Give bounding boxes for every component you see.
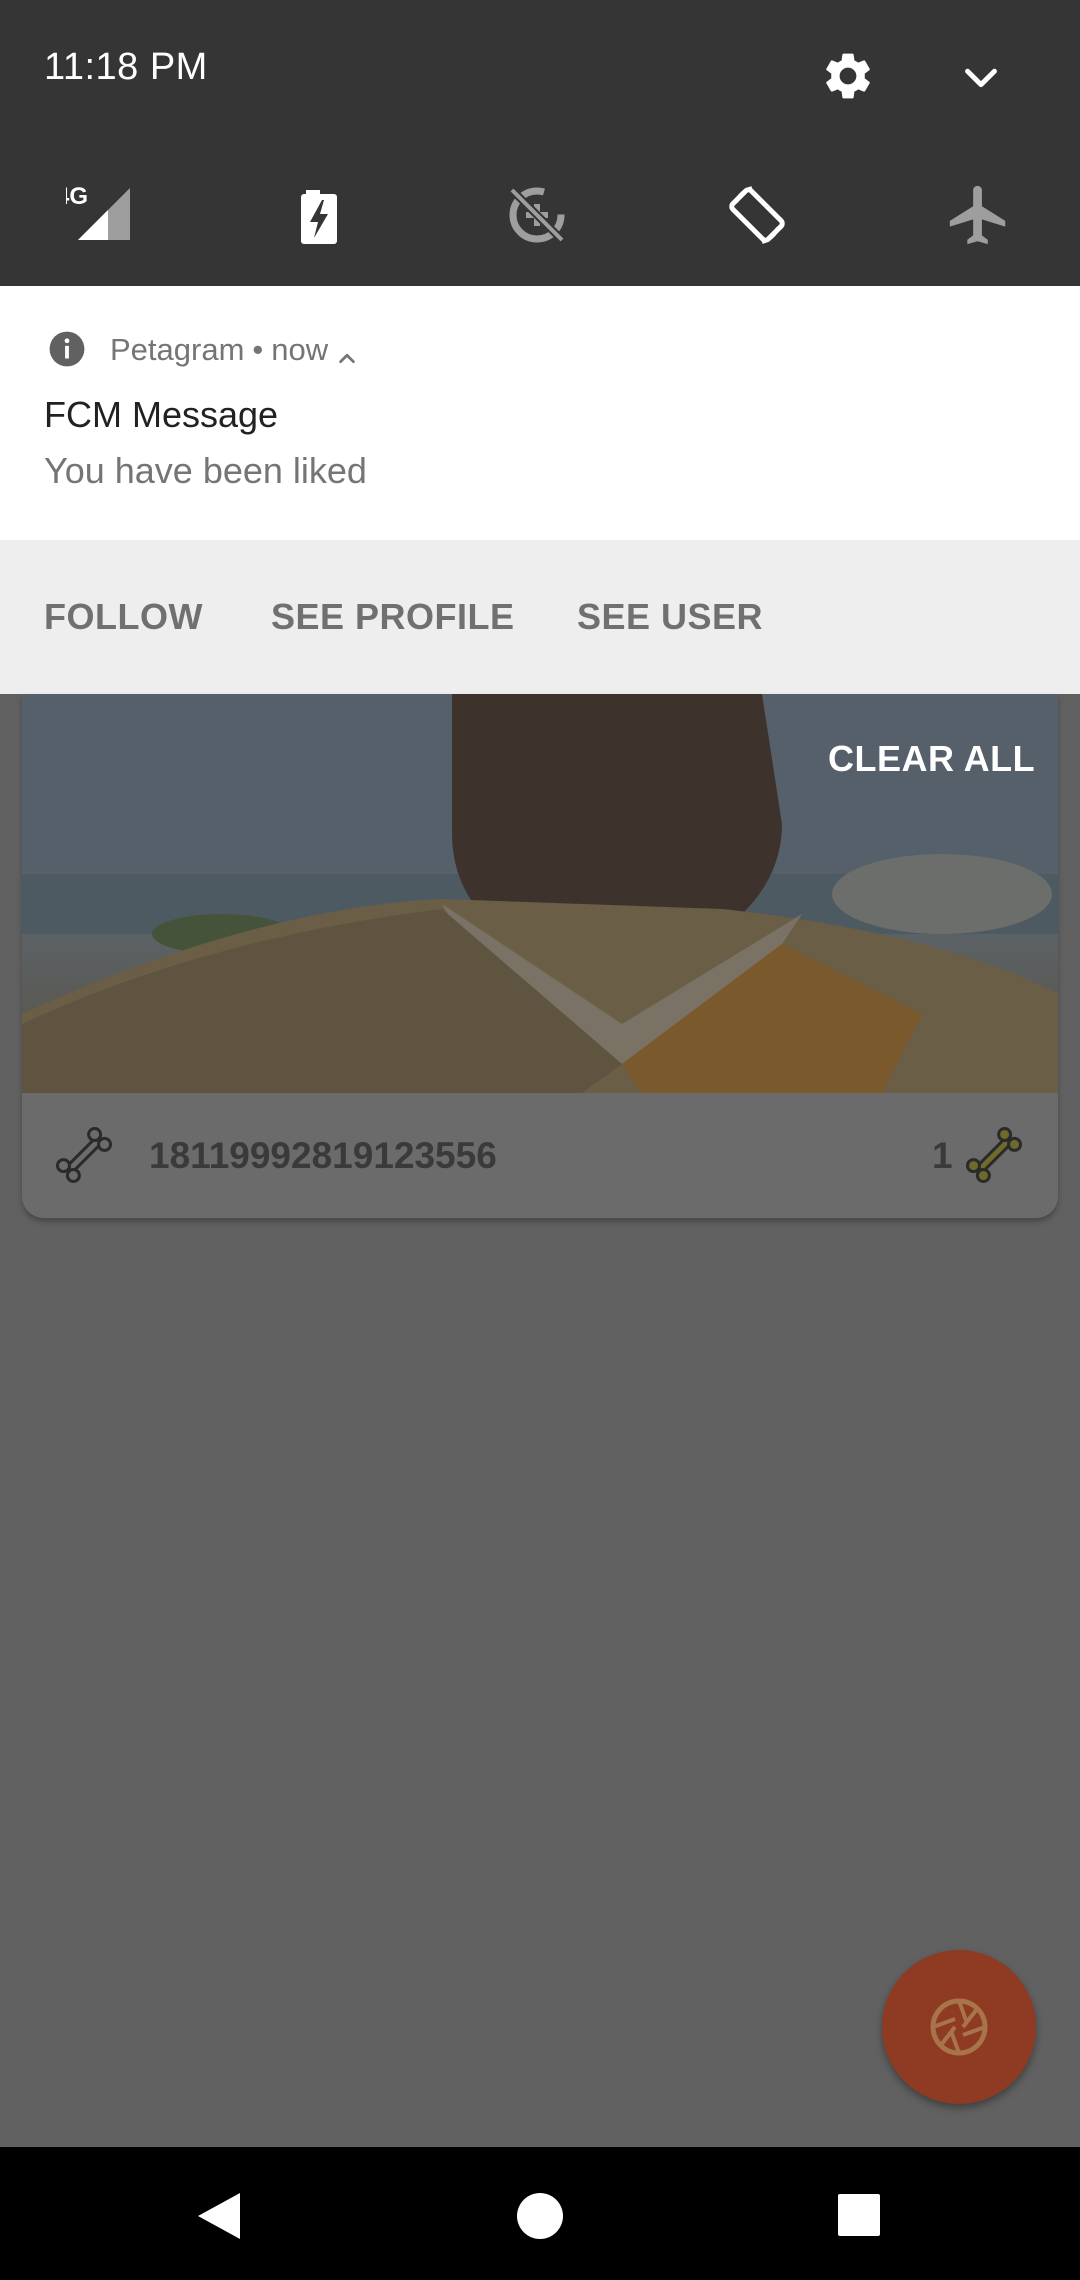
- home-icon[interactable]: [517, 2193, 563, 2239]
- see-profile-button[interactable]: SEE PROFILE: [271, 596, 515, 638]
- info-icon: [48, 330, 86, 368]
- notification-body: You have been liked: [44, 450, 367, 491]
- recents-icon[interactable]: [838, 2194, 880, 2236]
- follow-button[interactable]: FOLLOW: [44, 596, 203, 638]
- airplane-icon[interactable]: [944, 180, 1014, 250]
- like-count: 1: [932, 1135, 953, 1176]
- data-saver-off-icon[interactable]: [502, 180, 572, 250]
- navigation-bar: [0, 2147, 1080, 2280]
- gear-icon[interactable]: [820, 48, 876, 104]
- notification-app-name: Petagram: [110, 332, 245, 367]
- clock: 11:18 PM: [44, 46, 208, 88]
- separator: •: [252, 332, 264, 367]
- notification-header[interactable]: Petagram • now: [110, 332, 358, 368]
- quick-settings-header: 11:18 PM 4G: [0, 0, 1080, 286]
- notification-time: now: [271, 332, 329, 367]
- notification-title: FCM Message: [44, 394, 279, 435]
- notification-card[interactable]: Petagram • now FCM Message You have been l…: [0, 286, 1080, 540]
- notification-actions: FOLLOW SEE PROFILE SEE USER: [0, 540, 1080, 694]
- camera-fab[interactable]: [882, 1950, 1036, 2104]
- battery-charging-icon[interactable]: [284, 180, 354, 250]
- back-icon[interactable]: [196, 2191, 242, 2241]
- signal-icon[interactable]: 4G: [56, 180, 136, 250]
- screen-rotation-icon[interactable]: [722, 180, 792, 250]
- post-id: 18119992819123556: [149, 1135, 497, 1176]
- see-user-button[interactable]: SEE USER: [577, 596, 763, 638]
- chevron-down-icon[interactable]: [958, 54, 1004, 100]
- liked-bone-icon: [962, 1123, 1026, 1187]
- camera-shutter-icon: [930, 1998, 988, 2056]
- post-footer: 18119992819123556 1: [22, 1093, 1058, 1218]
- network-type-label: 4G: [66, 183, 88, 210]
- bone-icon[interactable]: [52, 1123, 116, 1187]
- chevron-up-icon[interactable]: [336, 341, 358, 363]
- clear-all-button[interactable]: CLEAR ALL: [828, 738, 1035, 780]
